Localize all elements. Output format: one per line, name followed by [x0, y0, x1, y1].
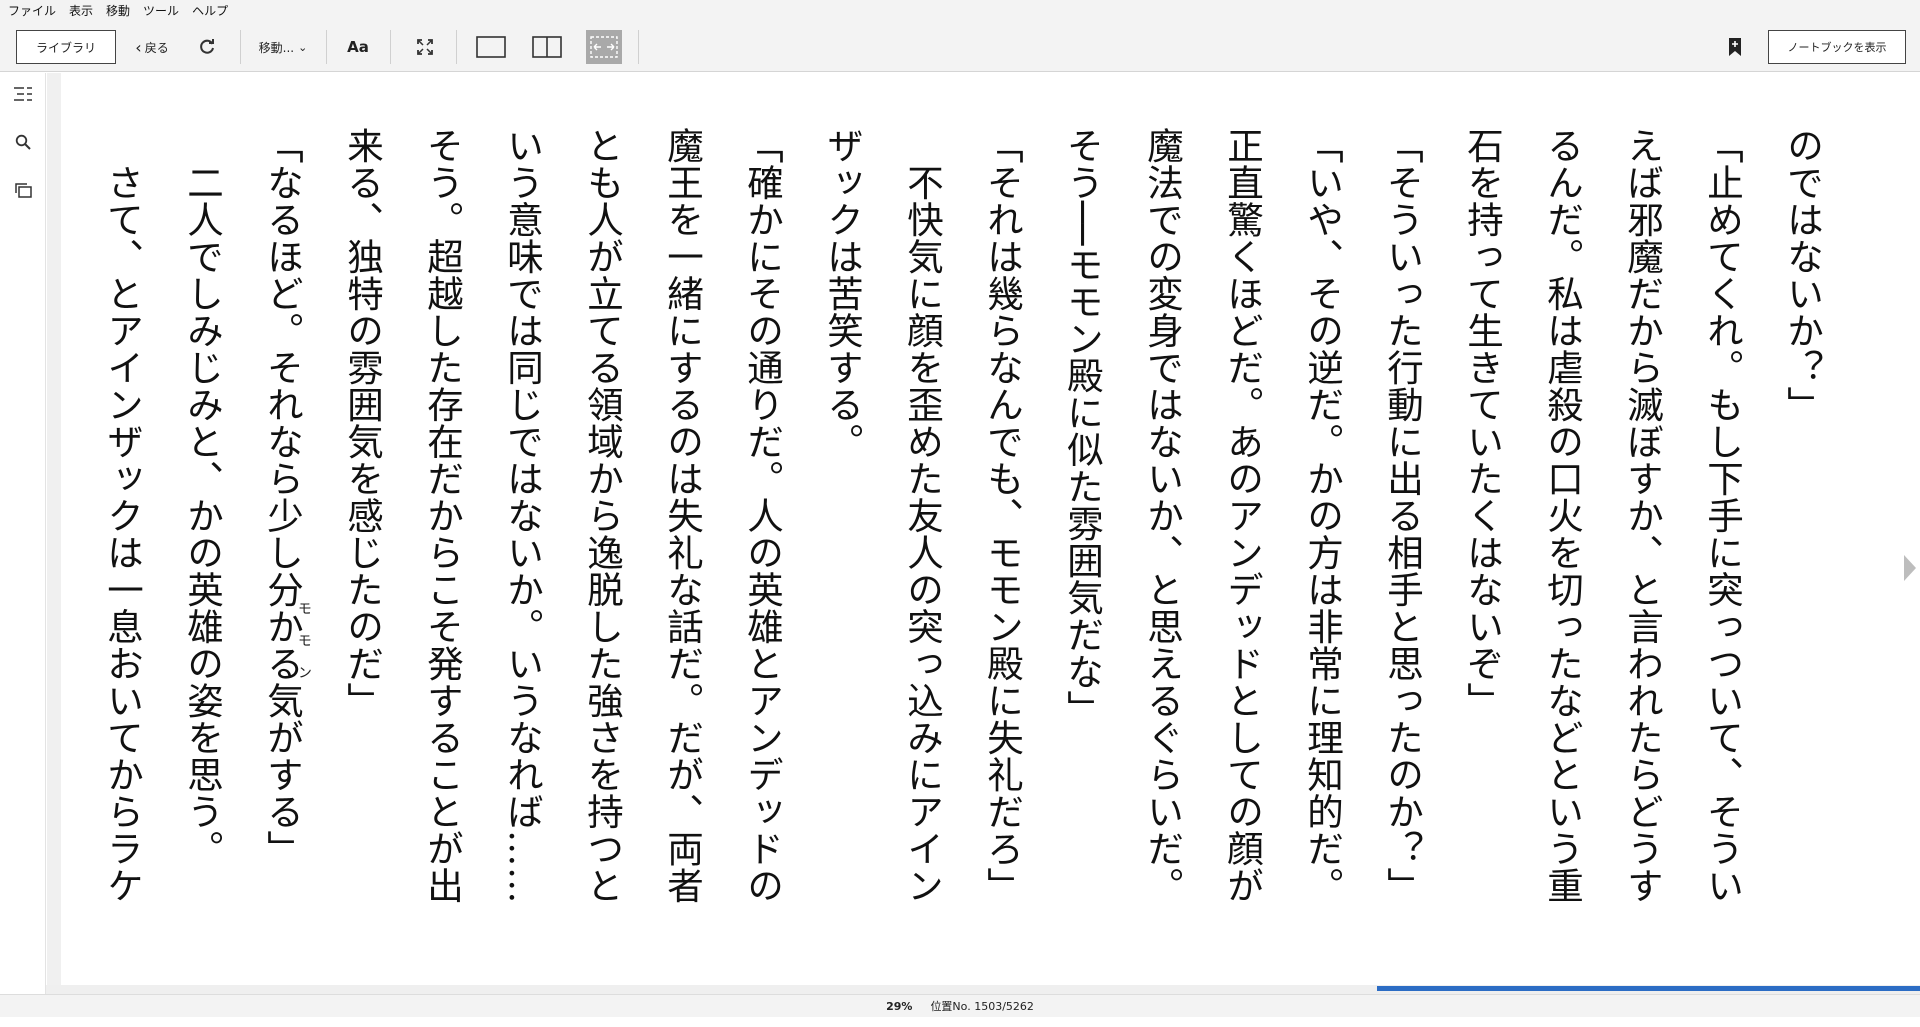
bookmark-add-icon — [1729, 38, 1741, 56]
search-button[interactable] — [10, 129, 36, 155]
flashcards-icon — [15, 183, 32, 198]
text-line: 石を持って生きていたくはないぞ」 — [1461, 127, 1504, 719]
search-icon — [15, 134, 31, 150]
refresh-icon — [200, 39, 214, 54]
progress-percent: 29% — [886, 999, 913, 1013]
location-indicator: 位置No. 1503/5262 — [930, 1000, 1034, 1013]
text-line: 魔法での変身ではないか、と思えるぐらいだ。 — [1141, 127, 1184, 904]
font-settings-button[interactable]: Aa — [344, 30, 372, 64]
text-line: 「止めてくれ。もし下手に突っついて、そうい — [1701, 127, 1744, 904]
menu-go[interactable]: 移動 — [102, 0, 139, 22]
text-line: さて、とアインザックは一息おいてからラケ — [101, 127, 144, 904]
progress-fill — [1377, 986, 1920, 991]
page-gutter — [47, 73, 61, 985]
chevron-down-icon: ⌄ — [298, 40, 308, 54]
toc-button[interactable] — [10, 81, 36, 107]
fit-width-icon — [590, 36, 618, 58]
fullscreen-button[interactable] — [412, 30, 438, 64]
next-page-button[interactable] — [1900, 548, 1920, 588]
text-line: ザックは苦笑する。 — [821, 127, 864, 460]
reading-page[interactable]: のではないか？」 「止めてくれ。もし下手に突っついて、そうい えば邪魔だから滅ぼすか… — [62, 73, 1892, 985]
toolbar-divider — [390, 30, 391, 64]
text-line: とも人が立てる領域から逸脱した強さを持つと — [581, 127, 624, 904]
ruby-annotation: モモン — [296, 601, 312, 697]
text-line: 二人でしみじみと、かの英雄の姿を思う。 — [181, 127, 224, 867]
single-page-icon — [476, 36, 506, 58]
text-line: そう。超越した存在だからこそ発することが出 — [421, 127, 464, 904]
refresh-button[interactable] — [194, 30, 220, 64]
fit-width-button[interactable] — [586, 30, 622, 64]
toolbar-divider — [456, 30, 457, 64]
menu-bar: ファイル 表示 移動 ツール ヘルプ — [0, 0, 1920, 22]
add-bookmark-button[interactable] — [1724, 30, 1746, 64]
text-line: そう──モモン殿に似た雰囲気だな」 — [1061, 127, 1104, 727]
chevron-left-icon: ‹ — [135, 37, 142, 57]
goto-label: 移動... — [258, 40, 295, 55]
text-line: 「それは幾らなんでも、モモン殿に失礼だろ」 — [981, 127, 1024, 904]
text-line: 不快気に顔を歪めた友人の突っ込みにアイン — [901, 127, 944, 904]
toolbar-divider — [638, 30, 639, 64]
flashcards-button[interactable] — [10, 177, 36, 203]
text-line: のではないか？」 — [1781, 127, 1824, 423]
book-text: のではないか？」 「止めてくれ。もし下手に突っついて、そうい えば邪魔だから滅ぼすか… — [101, 127, 1842, 1027]
library-button[interactable]: ライブラリ — [16, 30, 116, 64]
show-notebook-button[interactable]: ノートブックを表示 — [1768, 30, 1906, 64]
next-page-icon — [1904, 555, 1916, 581]
fullscreen-icon — [417, 39, 433, 55]
toolbar-divider — [326, 30, 327, 64]
text-line: いう意味では同じではないか。いうなれば…… — [501, 127, 544, 904]
text-line: 「なるほど。それなら少し分かる気がする」 — [261, 127, 304, 867]
text-line: 正直驚くほどだ。あのアンデッドとしての顔が — [1221, 127, 1264, 904]
back-button-label: 戻る — [144, 40, 169, 55]
menu-file[interactable]: ファイル — [4, 0, 65, 22]
menu-view[interactable]: 表示 — [65, 0, 102, 22]
font-settings-label: Aa — [347, 38, 369, 56]
text-line: るんだ。私は虐殺の口火を切ったなどという重 — [1541, 127, 1584, 904]
show-notebook-label: ノートブックを表示 — [1787, 41, 1887, 54]
text-line: えば邪魔だから滅ぼすか、と言われたらどうす — [1621, 127, 1664, 904]
menu-help[interactable]: ヘルプ — [188, 0, 237, 22]
text-line: 「いや、その逆だ。かの方は非常に理知的だ。 — [1301, 127, 1344, 904]
goto-dropdown[interactable]: 移動... ⌄ — [252, 30, 314, 64]
two-page-button[interactable] — [530, 30, 564, 64]
toolbar: ライブラリ ‹ 戻る 移動... ⌄ Aa ノートブックを表示 — [0, 22, 1920, 72]
text-line: 「そういった行動に出る相手と思ったのか？」 — [1381, 127, 1424, 904]
two-page-icon — [532, 36, 562, 58]
back-button[interactable]: ‹ 戻る — [128, 30, 176, 64]
library-button-label: ライブラリ — [35, 40, 96, 55]
text-line: 来る、独特の雰囲気を感じたのだ」 — [341, 127, 384, 719]
status-bar: 29% 位置No. 1503/5262 — [0, 994, 1920, 1017]
menu-tools[interactable]: ツール — [139, 0, 188, 22]
text-line: 「確かにその通りだ。人の英雄とアンデッドの — [741, 127, 784, 904]
side-rail — [0, 73, 46, 995]
toolbar-divider — [240, 30, 241, 64]
toc-icon — [14, 87, 32, 101]
single-page-button[interactable] — [474, 30, 508, 64]
text-line: 魔王を一緒にするのは失礼な話だ。だが、両者 — [661, 127, 704, 904]
